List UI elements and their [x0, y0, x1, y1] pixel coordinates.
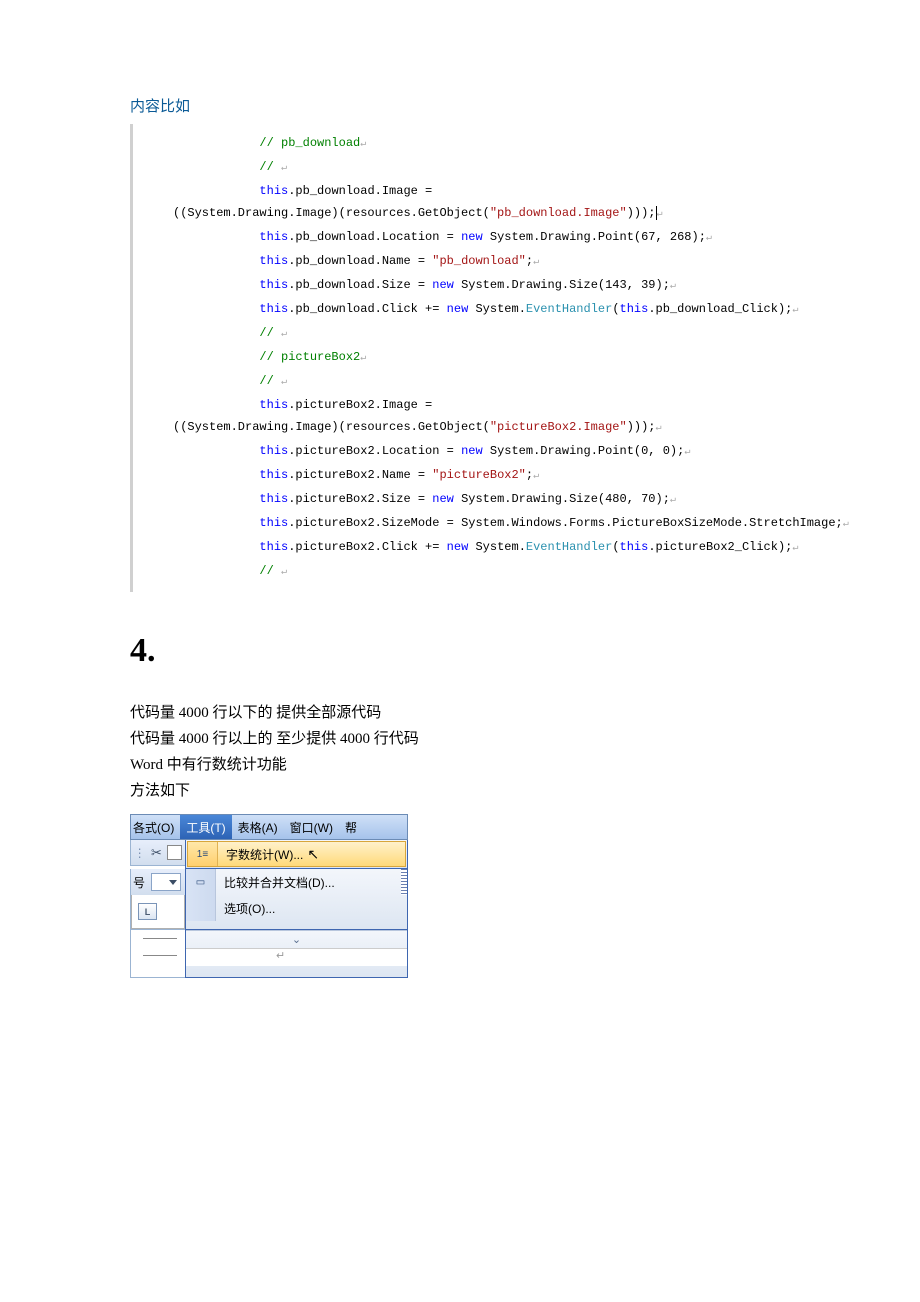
menu-table[interactable]: 表格(A)	[232, 815, 284, 839]
expand-menu-icon[interactable]: ⌄	[186, 930, 407, 948]
body-paragraph: 代码量 4000 行以下的 提供全部源代码 代码量 4000 行以上的 至少提供…	[130, 700, 790, 804]
cut-icon[interactable]: ✂	[151, 845, 162, 861]
word-screenshot: 各式(O) 工具(T) 表格(A) 窗口(W) 帮 ⋮ ✂ 1≡ 字数统计(W)…	[130, 814, 408, 978]
tools-dropdown: 1≡ 字数统计(W)...↖	[185, 840, 408, 869]
intro-text: 内容比如	[130, 95, 790, 116]
menu-help[interactable]: 帮	[339, 815, 363, 839]
menu-bar: 各式(O) 工具(T) 表格(A) 窗口(W) 帮	[130, 814, 408, 840]
ruler-tab-button[interactable]: L	[138, 903, 157, 920]
dropdown-button[interactable]	[151, 873, 181, 891]
menu-options[interactable]: 选项(O)...	[186, 895, 407, 921]
copy-icon[interactable]	[167, 845, 182, 860]
stripe-decoration	[401, 869, 407, 895]
chevron-down-icon	[169, 880, 177, 885]
section-heading: 4.	[130, 632, 790, 670]
menu-window[interactable]: 窗口(W)	[284, 815, 339, 839]
menu-tools[interactable]: 工具(T)	[180, 815, 231, 839]
menu-wordcount[interactable]: 1≡ 字数统计(W)...↖	[187, 841, 406, 867]
doc-margin	[130, 930, 185, 978]
font-name-box[interactable]: 号	[131, 869, 185, 895]
menu-format[interactable]: 各式(O)	[131, 815, 180, 839]
paragraph-mark: ↵	[186, 948, 407, 966]
toolbar-left: ⋮ ✂	[130, 840, 185, 866]
menu-compare[interactable]: ▭ 比较并合并文档(D)...	[186, 869, 407, 895]
cursor-icon: ↖	[307, 846, 319, 862]
handle-icon: ⋮	[134, 846, 146, 860]
ruler: L	[131, 895, 185, 929]
compare-icon: ▭	[196, 877, 205, 888]
wordcount-icon: 1≡	[197, 849, 208, 860]
code-block: // pb_download↵ // ↵ this.pb_download.Im…	[130, 124, 790, 592]
